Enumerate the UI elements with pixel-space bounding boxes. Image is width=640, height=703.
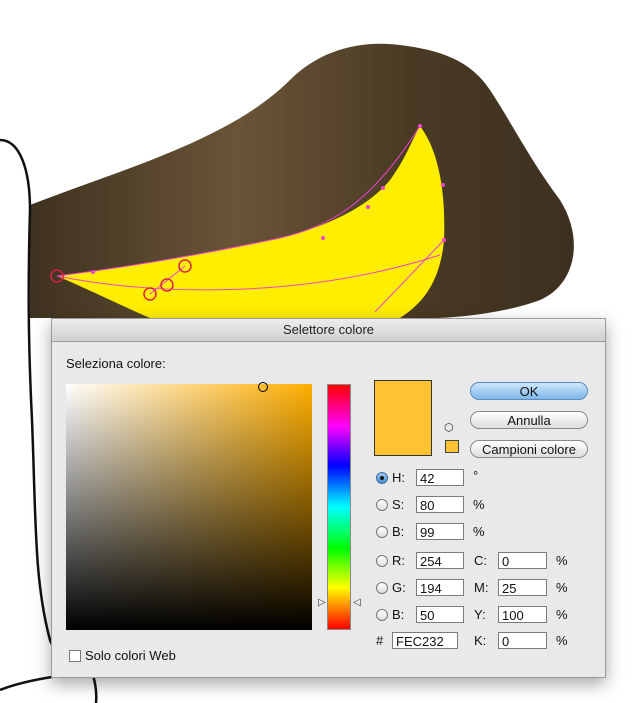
cyan-label: C: <box>474 553 487 568</box>
web-color-swatch[interactable] <box>445 440 459 453</box>
control-point[interactable] <box>321 236 325 240</box>
blue-field[interactable]: 50 <box>416 606 464 623</box>
hue-field[interactable]: 42 <box>416 469 464 486</box>
saturation-radio[interactable] <box>376 499 388 511</box>
yellow-field[interactable]: 100 <box>498 606 547 623</box>
red-radio[interactable] <box>376 555 388 567</box>
control-point[interactable] <box>441 183 445 187</box>
new-color-swatch <box>374 380 432 456</box>
control-point[interactable] <box>381 186 385 190</box>
hex-label: # <box>376 633 384 648</box>
hex-field[interactable]: FEC232 <box>392 632 458 649</box>
saturation-label: S: <box>392 497 405 512</box>
black-field[interactable]: 0 <box>498 632 547 649</box>
magenta-label: M: <box>474 580 489 595</box>
select-color-label: Seleziona colore: <box>66 356 166 371</box>
hue-label: H: <box>392 470 405 485</box>
blue-radio[interactable] <box>376 609 388 621</box>
web-colors-only-checkbox[interactable] <box>69 650 81 662</box>
red-field[interactable]: 254 <box>416 552 464 569</box>
control-point[interactable] <box>366 205 370 209</box>
green-radio[interactable] <box>376 582 388 594</box>
hue-slider-right-arrow-icon[interactable]: ◁ <box>353 597 361 608</box>
brightness-radio[interactable] <box>376 526 388 538</box>
red-label: R: <box>392 553 405 568</box>
brightness-field[interactable]: 99 <box>416 523 464 540</box>
yellow-unit: % <box>556 607 568 622</box>
saturation-brightness-field[interactable] <box>66 382 312 630</box>
brightness-label: B: <box>392 524 405 539</box>
saturation-field[interactable]: 80 <box>416 496 464 513</box>
ok-button[interactable]: OK <box>470 382 588 400</box>
hue-slider-left-arrow-icon[interactable]: ▷ <box>318 597 326 608</box>
green-label: G: <box>392 580 406 595</box>
magenta-unit: % <box>556 580 568 595</box>
magenta-field[interactable]: 25 <box>498 579 547 596</box>
black-label: K: <box>474 633 487 648</box>
saturation-unit: % <box>473 497 485 512</box>
blue-label: B: <box>392 607 405 622</box>
control-point[interactable] <box>442 238 446 242</box>
hue-slider[interactable] <box>327 384 351 630</box>
cancel-button[interactable]: Annulla <box>470 411 588 429</box>
dialog-title[interactable]: Selettore colore <box>52 319 605 342</box>
brightness-unit: % <box>473 524 485 539</box>
cyan-unit: % <box>556 553 568 568</box>
web-colors-only-label: Solo colori Web <box>85 648 176 663</box>
hue-unit: ° <box>473 468 479 483</box>
color-swatches-button[interactable]: Campioni colore <box>470 440 588 458</box>
green-field[interactable]: 194 <box>416 579 464 596</box>
yellow-label: Y: <box>474 607 486 622</box>
gamut-cube-icon[interactable]: ⬡ <box>444 421 454 434</box>
cyan-field[interactable]: 0 <box>498 552 547 569</box>
control-point[interactable] <box>91 270 95 274</box>
black-unit: % <box>556 633 568 648</box>
color-picker-marker[interactable] <box>258 382 268 392</box>
hue-radio[interactable] <box>376 472 388 484</box>
color-picker-dialog: Selettore colore Seleziona colore: ▷ ◁ ⬡… <box>51 318 606 678</box>
control-point[interactable] <box>418 124 422 128</box>
